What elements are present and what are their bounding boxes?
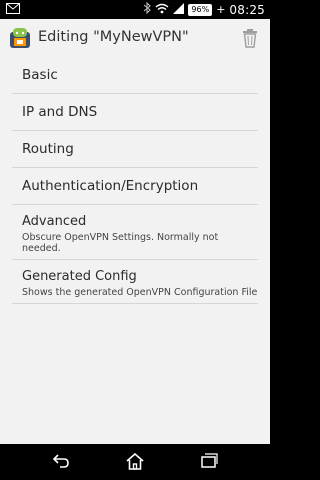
menu-item-description: Shows the generated OpenVPN Configuratio… <box>22 287 258 298</box>
menu-item-advanced[interactable]: Advanced Obscure OpenVPN Settings. Norma… <box>12 205 258 260</box>
screen: 96% + 08:25 Editing "MyNewVPN" Basic IP … <box>0 0 270 480</box>
menu-item-basic[interactable]: Basic <box>12 57 258 94</box>
menu-item-authentication[interactable]: Authentication/Encryption <box>12 168 258 205</box>
menu-item-label: IP and DNS <box>22 104 98 120</box>
menu-item-ip-and-dns[interactable]: IP and DNS <box>12 94 258 131</box>
status-bar: 96% + 08:25 <box>0 0 270 19</box>
recent-apps-icon[interactable] <box>201 453 218 472</box>
menu-item-label: Routing <box>22 141 74 157</box>
menu-item-label: Authentication/Encryption <box>22 178 199 194</box>
menu-item-description: Obscure OpenVPN Settings. Normally not n… <box>22 232 219 254</box>
wifi-icon <box>155 3 169 17</box>
signal-icon <box>173 2 185 17</box>
app-logo-icon[interactable] <box>8 26 32 50</box>
delete-icon[interactable] <box>241 28 259 48</box>
charging-icon: + <box>216 3 226 16</box>
menu-item-label: Basic <box>22 67 58 83</box>
back-icon[interactable] <box>52 453 70 473</box>
notification-icon <box>6 3 20 17</box>
battery-indicator: 96% <box>188 3 213 16</box>
menu-item-label: Generated Config <box>22 269 137 284</box>
navigation-bar <box>0 444 270 480</box>
menu-item-routing[interactable]: Routing <box>12 131 258 168</box>
page-title: Editing "MyNewVPN" <box>38 29 189 45</box>
home-icon[interactable] <box>126 452 144 474</box>
bluetooth-icon <box>143 1 152 17</box>
action-bar: Editing "MyNewVPN" <box>0 19 270 57</box>
menu-item-generated-config[interactable]: Generated Config Shows the generated Ope… <box>12 260 258 304</box>
clock: 08:25 <box>229 2 265 17</box>
settings-list: Basic IP and DNS Routing Authentication/… <box>12 57 258 304</box>
menu-item-label: Advanced <box>22 214 87 229</box>
